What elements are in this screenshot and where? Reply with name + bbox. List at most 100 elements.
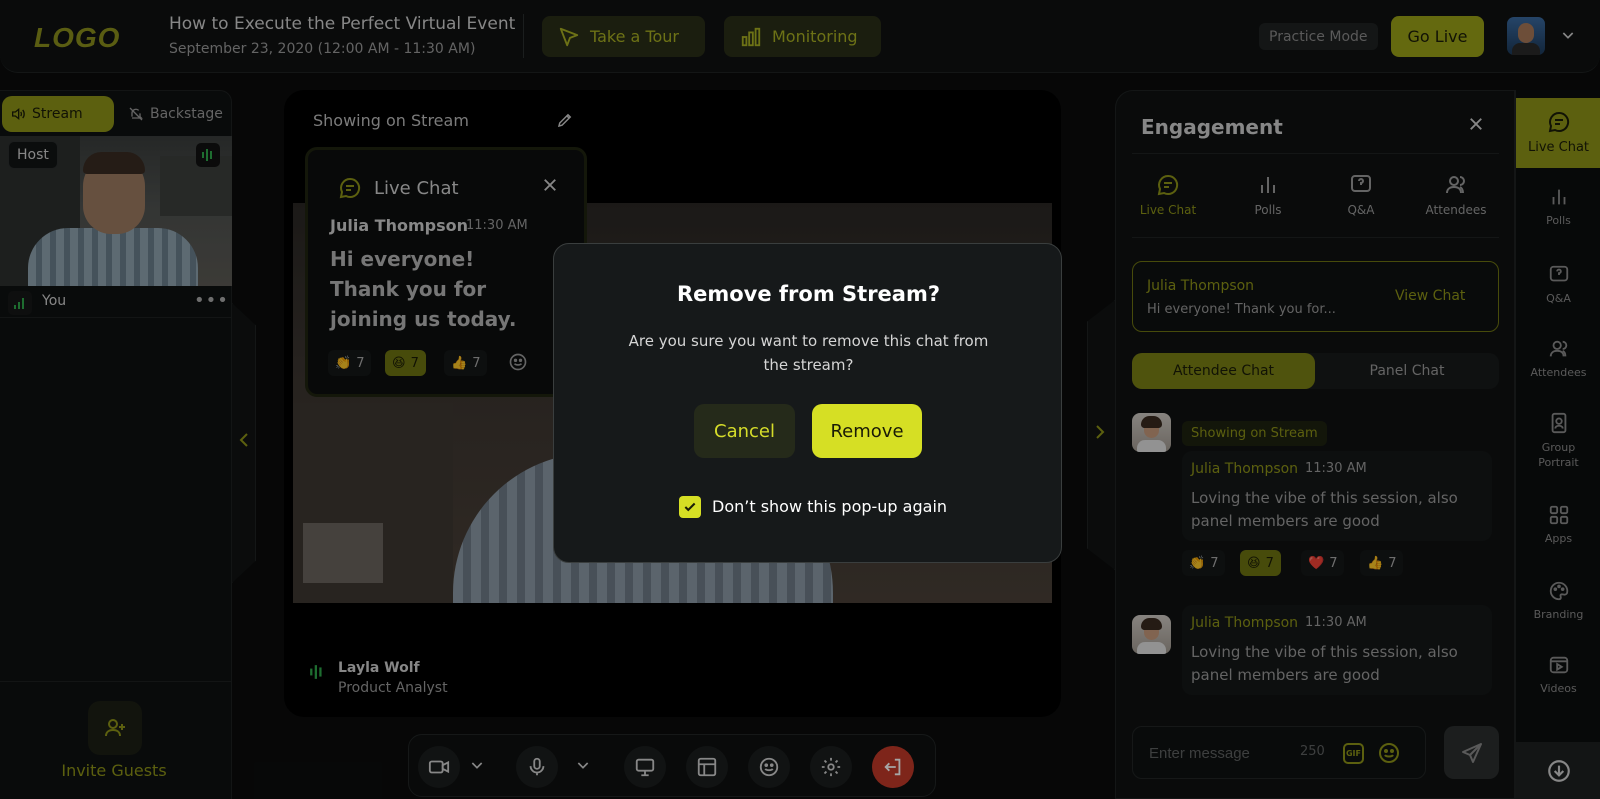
attendee-chat-tab[interactable]: Attendee Chat xyxy=(1132,353,1315,389)
take-tour-button[interactable]: Take a Tour xyxy=(542,16,705,57)
stage-tabs: Stream Backstage xyxy=(2,96,228,132)
more-options-icon[interactable]: ••• xyxy=(194,290,229,311)
send-button[interactable] xyxy=(1444,726,1499,779)
emoji-icon[interactable] xyxy=(508,352,528,372)
camera-button[interactable] xyxy=(418,746,460,788)
chevron-down-icon[interactable] xyxy=(575,757,591,773)
view-chat-link[interactable]: View Chat xyxy=(1395,288,1465,304)
reaction-clap[interactable]: 👏 7 xyxy=(1182,550,1226,576)
close-icon[interactable] xyxy=(541,176,559,194)
edit-icon[interactable] xyxy=(556,111,574,129)
remove-button[interactable]: Remove xyxy=(812,404,922,458)
reaction-emoji: 👏 xyxy=(335,355,352,371)
tab-polls[interactable]: Polls xyxy=(1228,173,1308,217)
chevron-right-icon[interactable] xyxy=(1094,424,1106,440)
add-user-icon xyxy=(103,716,127,740)
screen-share-button[interactable] xyxy=(624,746,666,788)
go-live-button[interactable]: Go Live xyxy=(1391,16,1484,57)
remove-from-stream-dialog: Remove from Stream? Are you sure you wan… xyxy=(553,243,1062,563)
app-root: LOGO How to Execute the Perfect Virtual … xyxy=(0,0,1600,799)
participant-row-you[interactable]: You ••• xyxy=(0,288,232,318)
nav-attendees[interactable]: Attendees xyxy=(1516,338,1600,379)
palette-icon xyxy=(1516,580,1600,602)
tab-backstage-label: Backstage xyxy=(150,106,223,122)
monitor-icon xyxy=(634,756,656,778)
cancel-button[interactable]: Cancel xyxy=(694,404,795,458)
panel-chat-tab[interactable]: Panel Chat xyxy=(1315,353,1499,389)
leave-button[interactable] xyxy=(872,746,914,788)
settings-button[interactable] xyxy=(810,746,852,788)
chat-message[interactable]: Julia Thompson 11:30 AM Loving the vibe … xyxy=(1182,451,1492,541)
nav-polls-label: Polls xyxy=(1546,214,1571,227)
chat-card-time: 11:30 AM xyxy=(466,218,528,233)
nav-polls[interactable]: Polls xyxy=(1516,186,1600,227)
scroll-down-button[interactable] xyxy=(1516,742,1600,799)
speaker-name: Layla Wolf xyxy=(338,660,420,676)
polls-icon xyxy=(1228,173,1308,197)
nav-live-chat[interactable]: Live Chat xyxy=(1516,98,1600,168)
reaction-heart[interactable]: ❤️ 7 xyxy=(1301,550,1345,576)
exit-icon xyxy=(882,756,904,778)
user-avatar[interactable] xyxy=(1507,17,1545,55)
emoji-icon[interactable] xyxy=(1377,741,1401,765)
nav-apps[interactable]: Apps xyxy=(1516,504,1600,545)
nav-branding[interactable]: Branding xyxy=(1516,580,1600,621)
reaction-emoji: 👏 xyxy=(1189,555,1206,571)
bar-chart-icon xyxy=(740,26,762,48)
chevron-left-icon[interactable] xyxy=(238,432,250,448)
message-text: Loving the vibe of this session, also pa… xyxy=(1191,489,1458,530)
reaction-laugh[interactable]: 😆 7 xyxy=(1240,550,1281,576)
message-time: 11:30 AM xyxy=(1305,461,1367,476)
tab-attendees[interactable]: Attendees xyxy=(1416,173,1496,217)
nav-videos[interactable]: Videos xyxy=(1516,654,1600,695)
dont-show-again-checkbox[interactable] xyxy=(679,496,701,518)
nav-qa[interactable]: Q&A xyxy=(1516,264,1600,305)
check-icon xyxy=(683,500,697,514)
chevron-down-icon[interactable] xyxy=(469,757,485,773)
message-input-box: 250 GIF xyxy=(1132,726,1426,779)
reaction-thumbs-up[interactable]: 👍 7 xyxy=(1360,550,1404,576)
chat-icon xyxy=(1516,110,1600,134)
showing-on-stream-tag[interactable]: Showing on Stream xyxy=(1182,421,1327,446)
reaction-count: 7 xyxy=(1388,555,1397,571)
camera-icon xyxy=(428,756,450,778)
dont-show-again-label: Don’t show this pop-up again xyxy=(712,497,948,516)
reaction-count: 7 xyxy=(1210,555,1219,571)
engagement-divider xyxy=(1132,153,1499,154)
reaction-clap[interactable]: 👏 7 xyxy=(328,350,372,376)
tab-backstage[interactable]: Backstage xyxy=(120,96,228,132)
invite-guests-button[interactable] xyxy=(88,701,142,755)
message-input[interactable] xyxy=(1149,741,1299,765)
header-divider xyxy=(523,14,524,58)
microphone-button[interactable] xyxy=(516,746,558,788)
monitoring-button[interactable]: Monitoring xyxy=(724,16,881,57)
nav-group-portrait[interactable]: Group Portrait xyxy=(1516,412,1600,470)
emoji-icon xyxy=(758,756,780,778)
reaction-count: 7 xyxy=(410,355,419,371)
char-count: 250 xyxy=(1300,744,1325,759)
close-icon[interactable] xyxy=(1467,115,1485,133)
signal-icon xyxy=(8,291,32,315)
avatar xyxy=(1132,413,1171,452)
reaction-count: 7 xyxy=(1265,555,1274,571)
gif-button[interactable]: GIF xyxy=(1343,743,1364,764)
bottom-toolbar xyxy=(408,734,936,797)
qa-icon xyxy=(1321,173,1401,197)
chat-card-message: Hi everyone! Thank you for joining us to… xyxy=(330,247,517,331)
top-bar: LOGO How to Execute the Perfect Virtual … xyxy=(0,0,1600,73)
chat-message[interactable]: Julia Thompson 11:30 AM Loving the vibe … xyxy=(1182,605,1492,695)
microphone-icon xyxy=(526,756,548,778)
tab-live-chat[interactable]: Live Chat xyxy=(1128,173,1208,217)
chevron-down-icon[interactable] xyxy=(1560,27,1576,43)
layout-button[interactable] xyxy=(686,746,728,788)
practice-mode-toggle[interactable]: Practice Mode xyxy=(1259,23,1378,50)
reactions-button[interactable] xyxy=(748,746,790,788)
left-panel: Stream Backstage Host You ••• Invite Gue… xyxy=(0,90,232,799)
nav-group-portrait-label: Group Portrait xyxy=(1538,441,1579,469)
reaction-laugh[interactable]: 😆 7 xyxy=(385,350,426,376)
gear-icon xyxy=(820,756,842,778)
tab-qa[interactable]: Q&A xyxy=(1321,173,1401,217)
attendees-icon xyxy=(1516,338,1600,360)
tab-stream[interactable]: Stream xyxy=(2,96,114,132)
reaction-thumbs-up[interactable]: 👍 7 xyxy=(444,350,488,376)
